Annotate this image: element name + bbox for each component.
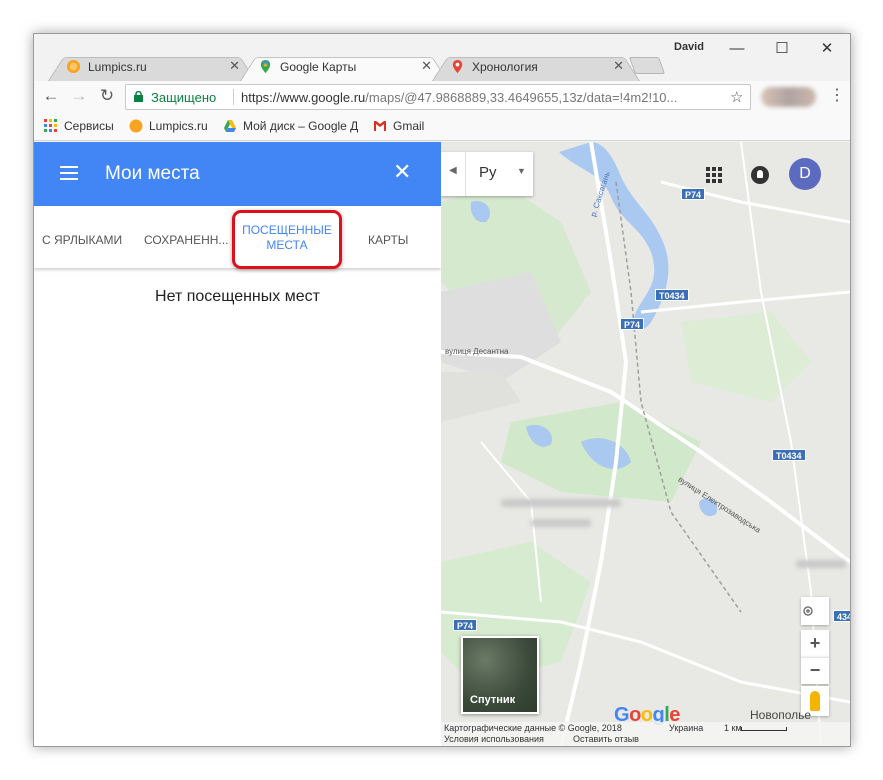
data-credit: Картографические данные © Google, 2018	[444, 723, 622, 733]
highlight-annotation	[232, 210, 342, 269]
close-icon[interactable]: ✕	[613, 58, 624, 74]
map-canvas[interactable]: ◀ Ру ▼ D P74 T0434 P74 T0434 P74 434 вул…	[441, 142, 850, 746]
tab-timeline[interactable]: Хронология ✕	[432, 52, 640, 81]
my-location-button[interactable]	[801, 597, 829, 625]
forward-button[interactable]: →	[68, 85, 90, 107]
satellite-label: Спутник	[470, 694, 516, 706]
tab-lumpics[interactable]: Lumpics.ru ✕	[48, 52, 256, 81]
close-icon[interactable]: ✕	[421, 58, 432, 74]
tab-maps[interactable]: КАРТЫ	[368, 233, 408, 247]
lock-icon	[134, 91, 143, 102]
menu-icon[interactable]: ⋮	[829, 85, 845, 105]
tab-labeled[interactable]: С ЯРЛЫКАМИ	[42, 233, 122, 247]
collapse-arrow-icon[interactable]: ◀	[449, 165, 457, 176]
map-footer: Картографические данные © Google, 2018 У…	[441, 722, 850, 746]
orange-icon	[66, 59, 81, 74]
maps-icon	[260, 59, 271, 74]
tab-title: Google Карты	[280, 60, 357, 74]
panel-header: Мои места ✕	[34, 142, 441, 206]
terms-link[interactable]: Условия использования	[444, 734, 544, 744]
profile-name[interactable]: David	[674, 41, 704, 53]
close-icon[interactable]: ✕	[229, 58, 240, 74]
browser-window: Lumpics.ru ✕ Google Карты ✕ Хронология ✕…	[33, 33, 851, 747]
road-label: P74	[681, 188, 706, 200]
maximize-button[interactable]: ☐	[762, 38, 802, 60]
tab-title: Lumpics.ru	[88, 60, 147, 74]
road-label: T0434	[772, 449, 806, 461]
orange-icon	[129, 119, 143, 133]
page-content: Мои места ✕ С ЯРЛЫКАМИ СОХРАНЕНН... ПОСЕ…	[34, 142, 850, 746]
zoom-out-button[interactable]: −	[801, 657, 829, 684]
minimize-button[interactable]: —	[717, 38, 757, 60]
bookmark-apps[interactable]: Сервисы	[44, 119, 114, 133]
country-label: Украина	[669, 723, 704, 733]
new-tab-button[interactable]	[628, 57, 666, 74]
tab-google-maps[interactable]: Google Карты ✕	[240, 52, 448, 81]
road-label: P74	[453, 619, 478, 631]
back-button[interactable]: ←	[40, 85, 62, 107]
account-avatar[interactable]: D	[789, 158, 821, 190]
reload-button[interactable]: ↻	[96, 85, 118, 107]
road-label: 434	[833, 610, 850, 622]
browser-toolbar: ← → ↻ Защищено https://www.google.ru/map…	[34, 81, 850, 113]
hamburger-menu-icon[interactable]	[60, 166, 78, 180]
panel-tabs: С ЯРЛЫКАМИ СОХРАНЕНН... ПОСЕЩЕННЫЕ МЕСТА…	[34, 206, 441, 269]
empty-state-message: Нет посещенных мест	[155, 288, 320, 305]
tab-saved[interactable]: СОХРАНЕНН...	[144, 233, 228, 247]
panel-title: Мои места	[105, 163, 200, 184]
bookmarks-bar: Сервисы Lumpics.ru Мой диск – Google Д G…	[34, 113, 850, 141]
bookmark-star-icon[interactable]: ☆	[730, 88, 743, 106]
road-label: P74	[620, 318, 645, 330]
bookmark-gmail[interactable]: Gmail	[373, 119, 424, 133]
tab-title: Хронология	[472, 60, 538, 74]
url-text[interactable]: https://www.google.ru/maps/@47.9868889,3…	[241, 90, 677, 105]
title-bar: Lumpics.ru ✕ Google Карты ✕ Хронология ✕…	[34, 34, 850, 81]
address-bar[interactable]: Защищено https://www.google.ru/maps/@47.…	[125, 84, 751, 110]
scale-label[interactable]: 1 км	[724, 723, 742, 733]
scale-bar	[741, 727, 787, 731]
bookmark-drive[interactable]: Мой диск – Google Д	[223, 119, 358, 133]
location-icon	[803, 606, 813, 616]
my-places-panel: Мои места ✕ С ЯРЛЫКАМИ СОХРАНЕНН... ПОСЕ…	[34, 142, 441, 746]
close-icon[interactable]: ✕	[393, 159, 411, 185]
gmail-icon	[374, 121, 386, 131]
street-label: вулиця Десантна	[445, 347, 509, 356]
chevron-down-icon: ▼	[517, 166, 526, 176]
feedback-link[interactable]: Оставить отзыв	[573, 734, 639, 744]
language-value: Ру	[479, 164, 497, 181]
extensions-blurred[interactable]	[761, 87, 816, 107]
language-selector[interactable]: ◀ Ру ▼	[441, 152, 533, 196]
notifications-bell-icon[interactable]	[751, 166, 769, 184]
apps-grid-icon	[44, 119, 57, 132]
satellite-toggle[interactable]: Спутник	[461, 636, 539, 714]
bookmark-lumpics[interactable]: Lumpics.ru	[129, 119, 208, 133]
road-label: T0434	[655, 289, 689, 301]
place-label: Новополье	[750, 708, 812, 722]
close-window-button[interactable]: ✕	[807, 38, 847, 60]
zoom-in-button[interactable]: +	[801, 630, 829, 657]
secure-label: Защищено	[151, 90, 217, 105]
maps-icon	[452, 59, 463, 74]
drive-icon	[224, 120, 236, 132]
google-apps-icon[interactable]	[706, 167, 722, 183]
